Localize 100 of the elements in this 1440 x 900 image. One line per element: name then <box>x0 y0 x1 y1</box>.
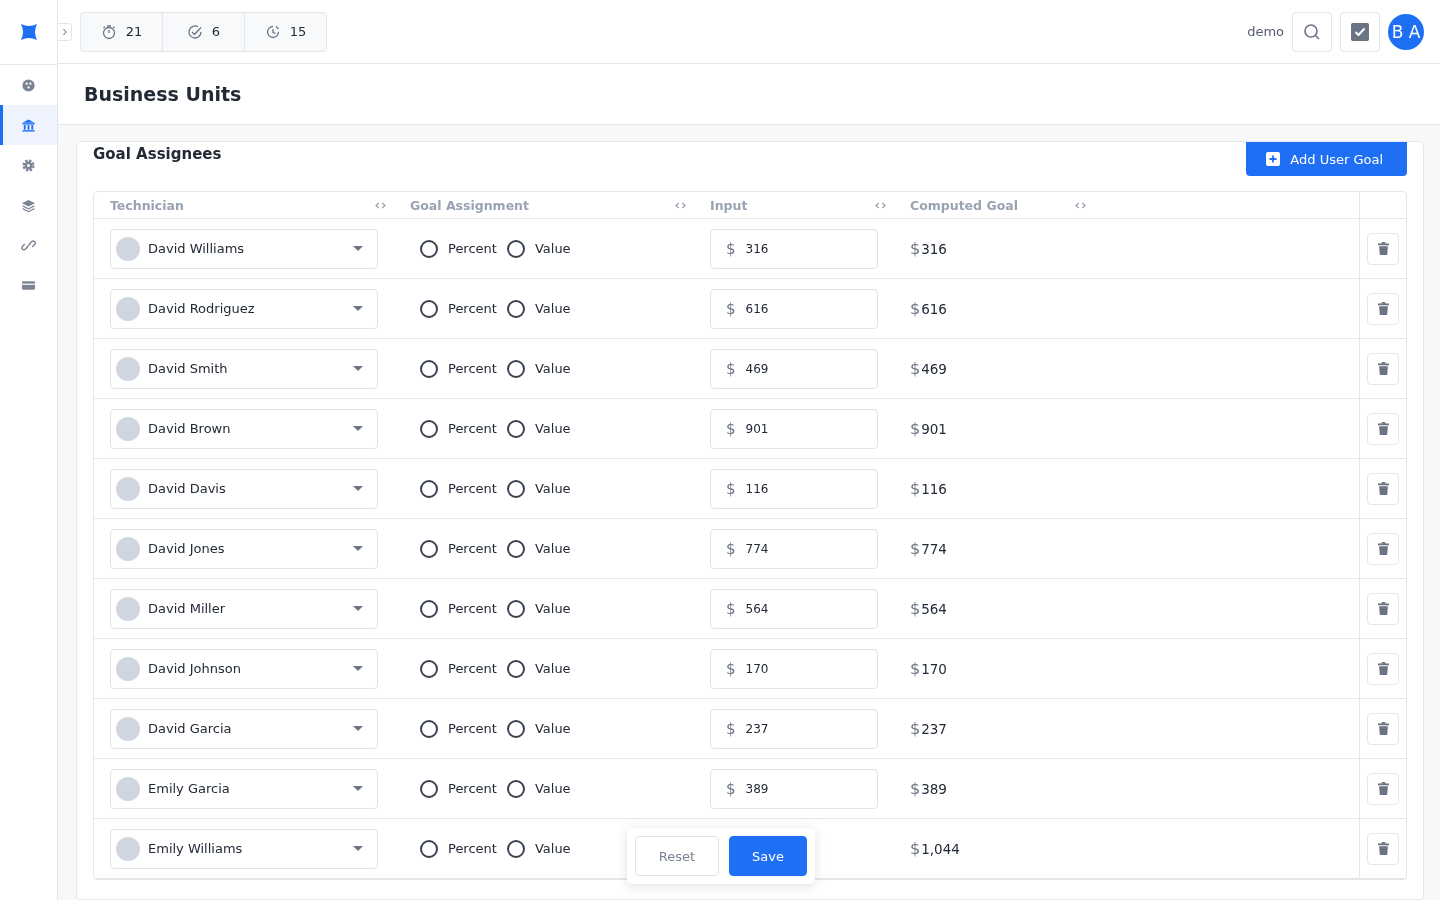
delete-button[interactable] <box>1367 652 1399 685</box>
technician-select[interactable]: David Jones <box>110 528 378 569</box>
amount-input[interactable]: $ 469 <box>710 348 878 389</box>
search-button[interactable] <box>1292 11 1332 52</box>
technician-select[interactable]: David Johnson <box>110 648 378 689</box>
delete-button[interactable] <box>1367 532 1399 565</box>
delete-button[interactable] <box>1367 232 1399 265</box>
caret-icon <box>353 305 363 312</box>
trash-icon <box>1377 722 1389 735</box>
radio-button[interactable] <box>506 659 525 678</box>
radio-label: Value <box>534 841 571 856</box>
radio-button[interactable] <box>420 419 438 438</box>
radio-button[interactable] <box>506 239 525 258</box>
radio-button[interactable] <box>420 779 438 798</box>
technician-select[interactable]: Emily Williams <box>110 828 378 869</box>
caret-icon <box>353 425 363 432</box>
delete-button[interactable] <box>1367 772 1399 805</box>
amount-input[interactable]: $ 389 <box>710 768 878 809</box>
computed-goal: $1,044 <box>910 839 960 858</box>
radio-button[interactable] <box>506 839 525 858</box>
radio-button[interactable] <box>420 299 438 318</box>
technician-select[interactable]: David Miller <box>110 588 378 629</box>
radio-label: Percent <box>448 241 497 256</box>
technician-select[interactable]: David Smith <box>110 348 378 389</box>
radio-button[interactable] <box>506 719 525 738</box>
reset-button[interactable]: Reset <box>635 836 719 876</box>
radio-button[interactable] <box>420 359 438 378</box>
delete-button[interactable] <box>1367 412 1399 445</box>
radio-label: Percent <box>448 541 497 556</box>
radio-button[interactable] <box>420 539 438 558</box>
radio-label: Percent <box>448 841 497 856</box>
avatar-icon <box>116 476 140 501</box>
technician-select[interactable]: David Garcia <box>110 708 378 749</box>
layers-icon <box>21 197 36 213</box>
radio-label: Value <box>534 481 571 496</box>
add-user-goal-button[interactable]: Add User Goal <box>1246 142 1407 176</box>
technician-select[interactable]: David Rodriguez <box>110 288 378 329</box>
trash-icon <box>1377 422 1389 435</box>
computed-goal: $316 <box>910 239 947 258</box>
computed-goal: $237 <box>910 719 947 738</box>
check-circle-icon <box>186 23 203 40</box>
resize-icon[interactable] <box>1075 200 1086 210</box>
amount-input[interactable]: $ 616 <box>710 288 878 329</box>
counter-button[interactable]: 21 <box>81 12 163 51</box>
radio-button[interactable] <box>420 719 438 738</box>
amount-input[interactable]: $ 116 <box>710 468 878 509</box>
stopwatch-icon <box>100 23 117 40</box>
radio-button[interactable] <box>506 599 525 618</box>
column-header: Computed Goal <box>910 197 1018 213</box>
delete-button[interactable] <box>1367 592 1399 625</box>
radio-label: Percent <box>448 661 497 676</box>
resize-icon[interactable] <box>375 200 386 210</box>
radio-button[interactable] <box>420 599 438 618</box>
radio-label: Percent <box>448 301 497 316</box>
plus-icon <box>1266 152 1281 166</box>
radio-label: Value <box>534 241 571 256</box>
tasks-button[interactable] <box>1340 11 1380 52</box>
radio-button[interactable] <box>420 239 438 258</box>
amount-input[interactable]: $ 237 <box>710 708 878 749</box>
amount-input[interactable]: $ 170 <box>710 648 878 689</box>
radio-button[interactable] <box>506 479 525 498</box>
counter-button[interactable]: 6 <box>163 12 245 51</box>
technician-select[interactable]: David Williams <box>110 228 378 269</box>
delete-button[interactable] <box>1367 292 1399 325</box>
amount-input[interactable]: $ 564 <box>710 588 878 629</box>
delete-button[interactable] <box>1367 832 1399 865</box>
resize-icon[interactable] <box>675 200 686 210</box>
trash-icon <box>1377 842 1389 855</box>
trash-icon <box>1377 362 1389 375</box>
radio-label: Value <box>534 721 571 736</box>
radio-button[interactable] <box>506 539 525 558</box>
technician-select[interactable]: David Brown <box>110 408 378 449</box>
radio-button[interactable] <box>420 659 438 678</box>
caret-icon <box>353 245 363 252</box>
radio-button[interactable] <box>420 839 438 858</box>
computed-goal: $389 <box>910 779 947 798</box>
caret-icon <box>353 845 363 852</box>
sidebar-item[interactable] <box>0 105 57 145</box>
radio-button[interactable] <box>506 299 525 318</box>
technician-select[interactable]: David Davis <box>110 468 378 509</box>
delete-button[interactable] <box>1367 712 1399 745</box>
avatar-icon <box>116 236 140 261</box>
counter-button[interactable]: 15 <box>245 12 326 51</box>
technician-select[interactable]: Emily Garcia <box>110 768 378 809</box>
amount-input[interactable]: $ 774 <box>710 528 878 569</box>
save-button[interactable]: Save <box>729 836 807 876</box>
radio-button[interactable] <box>506 419 525 438</box>
delete-button[interactable] <box>1367 352 1399 385</box>
radio-button[interactable] <box>506 359 525 378</box>
user-avatar[interactable]: B A <box>1388 13 1424 50</box>
amount-input[interactable]: $ 316 <box>710 228 878 269</box>
trash-icon <box>1377 302 1389 315</box>
radio-button[interactable] <box>506 779 525 798</box>
user-name: demo <box>1247 24 1284 39</box>
resize-icon[interactable] <box>875 200 886 210</box>
delete-button[interactable] <box>1367 472 1399 505</box>
radio-button[interactable] <box>420 479 438 498</box>
trash-icon <box>1377 602 1389 615</box>
amount-input[interactable]: $ 901 <box>710 408 878 449</box>
radio-label: Value <box>534 601 571 616</box>
